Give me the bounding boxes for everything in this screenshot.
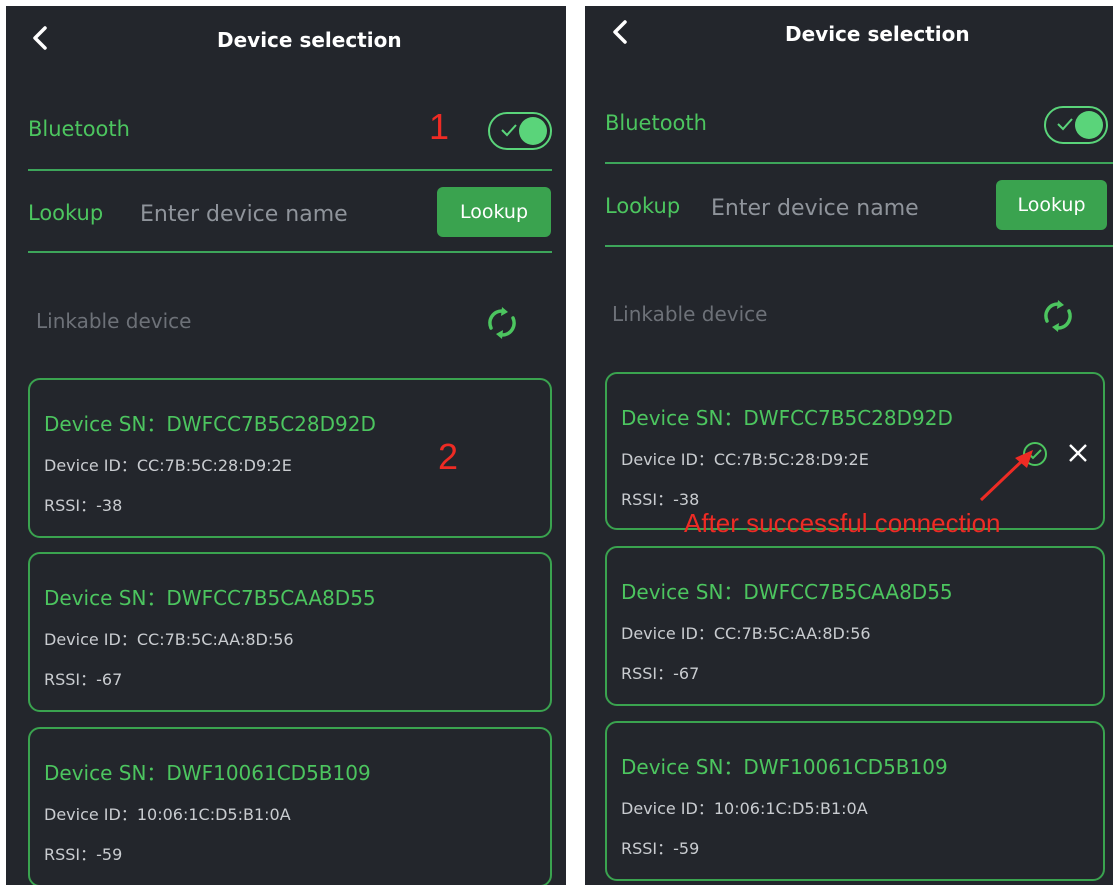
- back-icon[interactable]: [32, 26, 48, 50]
- device-rssi: RSSI：-67: [44, 670, 123, 689]
- device-card[interactable]: Device SN：DWFCC7B5C28D92D Device ID：CC:7…: [28, 378, 552, 538]
- device-sn: Device SN：DWFCC7B5CAA8D55: [621, 580, 953, 604]
- device-sn: Device SN：DWFCC7B5CAA8D55: [44, 586, 376, 610]
- device-rssi: RSSI：-38: [44, 496, 123, 515]
- divider: [28, 169, 552, 171]
- annotation-arrow: [975, 446, 1045, 510]
- section-label: Linkable device: [36, 309, 192, 333]
- device-rssi: RSSI：-59: [44, 845, 123, 864]
- page-title: Device selection: [217, 28, 402, 52]
- device-sn: Device SN：DWF10061CD5B109: [44, 761, 371, 785]
- search-input[interactable]: [711, 190, 961, 226]
- left-screen: Device selection Bluetooth 1 Lookup Look…: [6, 6, 566, 885]
- annotation-note: After successful connection: [684, 508, 1001, 538]
- search-label: Lookup: [28, 201, 104, 225]
- device-id: Device ID：10:06:1C:D5:B1:0A: [44, 805, 291, 824]
- device-card[interactable]: Device SN：DWF10061CD5B109 Device ID：10:0…: [605, 721, 1105, 881]
- page-title: Device selection: [785, 22, 970, 46]
- device-id: Device ID：CC:7B:5C:28:D9:2E: [621, 450, 869, 469]
- lookup-button[interactable]: Lookup: [996, 180, 1107, 230]
- device-sn: Device SN：DWFCC7B5C28D92D: [621, 406, 953, 430]
- search-label: Lookup: [605, 194, 681, 218]
- device-sn: Device SN：DWFCC7B5C28D92D: [44, 412, 376, 436]
- device-id: Device ID：CC:7B:5C:AA:8D:56: [621, 624, 871, 643]
- bluetooth-toggle[interactable]: [488, 112, 552, 150]
- refresh-icon[interactable]: [485, 306, 519, 344]
- toggle-knob: [1075, 111, 1103, 139]
- right-screen: Device selection Bluetooth Lookup Lookup…: [585, 6, 1113, 885]
- device-id: Device ID：CC:7B:5C:28:D9:2E: [44, 456, 292, 475]
- device-id: Device ID：CC:7B:5C:AA:8D:56: [44, 630, 294, 649]
- toggle-knob: [519, 117, 547, 145]
- search-input[interactable]: [140, 196, 410, 232]
- device-card[interactable]: Device SN：DWFCC7B5CAA8D55 Device ID：CC:7…: [605, 546, 1105, 706]
- bluetooth-label: Bluetooth: [28, 117, 130, 141]
- divider: [605, 162, 1113, 164]
- check-icon: [1056, 116, 1074, 135]
- bluetooth-label: Bluetooth: [605, 111, 707, 135]
- device-rssi: RSSI：-67: [621, 664, 700, 683]
- divider: [28, 251, 552, 253]
- back-icon[interactable]: [612, 20, 628, 44]
- device-card[interactable]: Device SN：DWF10061CD5B109 Device ID：10:0…: [28, 727, 552, 885]
- close-icon[interactable]: [1066, 441, 1090, 469]
- divider: [605, 245, 1113, 247]
- annotation-step-2: 2: [438, 436, 459, 477]
- annotation-step-1: 1: [429, 106, 450, 147]
- check-icon: [500, 122, 518, 141]
- lookup-button[interactable]: Lookup: [437, 187, 551, 237]
- bluetooth-toggle[interactable]: [1044, 106, 1108, 144]
- device-id: Device ID：10:06:1C:D5:B1:0A: [621, 799, 868, 818]
- section-label: Linkable device: [612, 302, 768, 326]
- device-card[interactable]: Device SN：DWFCC7B5CAA8D55 Device ID：CC:7…: [28, 552, 552, 712]
- device-rssi: RSSI：-38: [621, 490, 700, 509]
- device-sn: Device SN：DWF10061CD5B109: [621, 755, 948, 779]
- device-rssi: RSSI：-59: [621, 839, 700, 858]
- refresh-icon[interactable]: [1041, 299, 1075, 337]
